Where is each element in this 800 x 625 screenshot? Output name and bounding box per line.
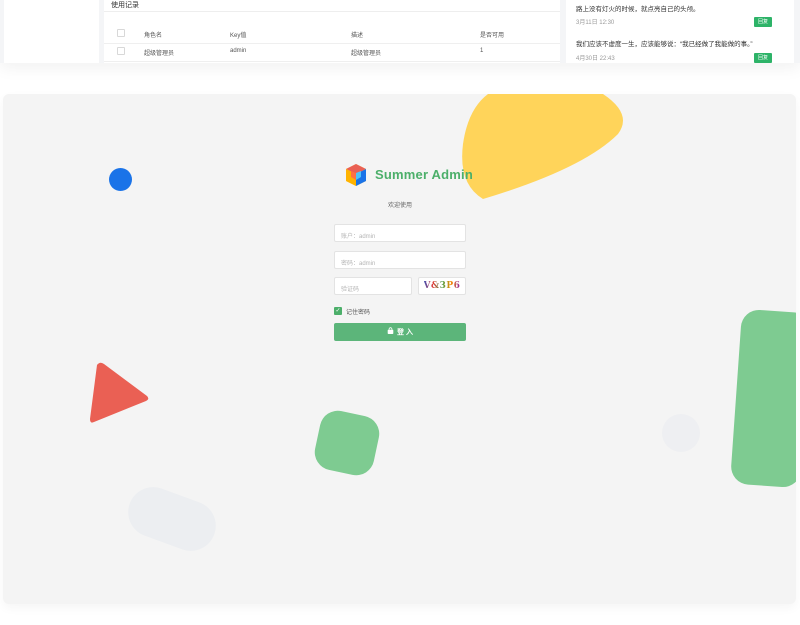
green-blob xyxy=(311,407,383,479)
column-header-key: Key值 xyxy=(230,33,247,39)
login-page: Summer Admin 欢迎使用 V&3P6 ✓ 记住密码 登 入 xyxy=(3,94,796,604)
table-row[interactable]: 超级管理员 admin 超级管理员 1 xyxy=(104,44,560,62)
cell-desc: 超级管理员 xyxy=(351,51,382,57)
remember-label: 记住密码 xyxy=(346,310,371,316)
reply-button[interactable]: 回复 xyxy=(754,17,772,27)
column-header-enabled: 是否可用 xyxy=(480,33,505,39)
password-input[interactable] xyxy=(335,256,465,272)
divider xyxy=(104,11,560,12)
row-checkbox[interactable] xyxy=(117,47,125,55)
welcome-text: 欢迎使用 xyxy=(387,203,412,209)
message-time: 4月30日 22:43 xyxy=(576,56,615,62)
green-card-shape xyxy=(729,308,796,489)
column-header-role: 角色名 xyxy=(144,33,163,39)
captcha-image[interactable]: V&3P6 xyxy=(418,277,466,295)
message-text: 路上没有灯火的时候，就点亮自己的头颅。 xyxy=(576,6,700,13)
usage-table: 角色名 Key值 描述 是否可用 超级管理员 admin 超级管理员 1 xyxy=(104,26,560,62)
yellow-shape xyxy=(462,94,623,199)
password-field xyxy=(334,251,466,272)
dashboard-preview-strip: 使用记录 角色名 Key值 描述 是否可用 超级管理员 admin 超级管理员 … xyxy=(0,0,800,63)
usage-record-title: 使用记录 xyxy=(111,2,139,9)
sidebar-panel xyxy=(4,0,99,63)
captcha-input[interactable] xyxy=(335,282,411,298)
red-triangle xyxy=(90,362,149,423)
captcha-text: V&3P6 xyxy=(423,281,461,291)
login-button[interactable]: 登 入 xyxy=(334,323,466,341)
account-field xyxy=(334,224,466,245)
login-button-label: 登 入 xyxy=(397,329,413,336)
message-panel: 路上没有灯火的时候，就点亮自己的头颅。 3月11日 12:30 回复 我们应该不… xyxy=(566,0,794,63)
usage-record-panel: 使用记录 角色名 Key值 描述 是否可用 超级管理员 admin 超级管理员 … xyxy=(104,0,560,63)
column-header-desc: 描述 xyxy=(351,33,364,39)
cell-role: 超级管理员 xyxy=(144,51,175,57)
blue-dot xyxy=(109,168,132,191)
message-time: 3月11日 12:30 xyxy=(576,20,615,26)
reply-button[interactable]: 回复 xyxy=(754,53,772,63)
cell-key: admin xyxy=(230,48,247,54)
cell-enabled: 1 xyxy=(480,48,484,54)
grey-circle xyxy=(662,414,700,452)
lock-icon xyxy=(387,327,394,336)
captcha-field xyxy=(334,277,412,298)
check-icon[interactable]: ✓ xyxy=(334,307,342,315)
account-input[interactable] xyxy=(335,229,465,245)
select-all-checkbox[interactable] xyxy=(117,29,125,37)
brand-name: Summer Admin xyxy=(375,167,473,182)
message-text: 我们应该不虚度一生，应该能够说：“我已经做了我能做的事。” xyxy=(576,41,753,48)
cube-logo-icon xyxy=(346,164,366,186)
grey-blob xyxy=(121,480,223,558)
table-header-row: 角色名 Key值 描述 是否可用 xyxy=(104,26,560,44)
